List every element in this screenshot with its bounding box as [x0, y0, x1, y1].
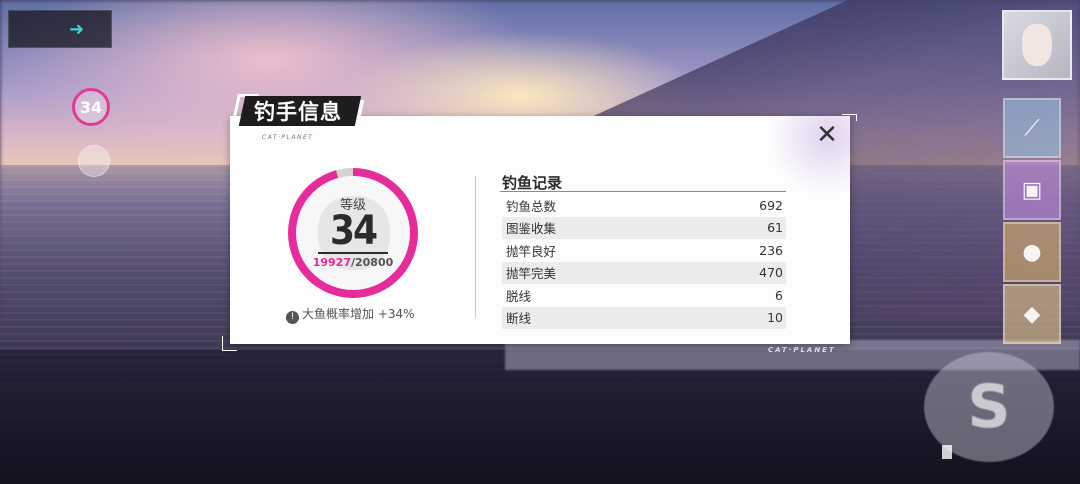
item-slot-2[interactable]: ▣: [1003, 160, 1061, 220]
table-row: 抛竿良好 236: [502, 239, 786, 262]
row-label: 抛竿完美: [506, 266, 557, 282]
records-table: 钓鱼总数 692 图鉴收集 61 抛竿良好 236 抛竿完美 470 脱线 6 断线 10: [502, 194, 786, 329]
pool-backdrop: [0, 350, 1080, 484]
exp-total: /20800: [350, 256, 394, 269]
level-value: 34: [329, 208, 378, 254]
level-divider: [318, 252, 388, 254]
item-slot-4[interactable]: ◆: [1003, 284, 1061, 344]
avatar-face: [1022, 24, 1052, 66]
records-title: 钓鱼记录: [502, 174, 563, 192]
brand-watermark: CAT·PLANET: [768, 346, 836, 354]
table-row: 断线 10: [502, 306, 786, 329]
player-avatar[interactable]: [1002, 10, 1072, 80]
close-button[interactable]: ✕: [812, 120, 842, 150]
corner-decoration: [842, 114, 857, 121]
row-value: 692: [759, 197, 783, 213]
cart-icon: ▣: [1021, 177, 1043, 203]
panel-title-text: 钓手信息: [254, 100, 342, 124]
records-underline: [500, 191, 786, 192]
info-icon: !: [286, 311, 299, 324]
box-icon: ◆: [1023, 301, 1041, 327]
row-value: 10: [767, 310, 783, 326]
table-row: 抛竿完美 470: [502, 261, 786, 284]
bonus-info: ! 大鱼概率增加 +34%: [286, 305, 426, 324]
item-slot-3[interactable]: ●: [1003, 222, 1061, 282]
hud-level-badge[interactable]: 34: [72, 88, 110, 126]
row-value: 6: [775, 287, 783, 303]
food-icon: ●: [1022, 239, 1042, 265]
panel-divider: [475, 176, 476, 318]
row-value: 470: [759, 265, 783, 281]
table-row: 图鉴收集 61: [502, 216, 786, 239]
table-row: 脱线 6: [502, 284, 786, 307]
table-row: 钓鱼总数 692: [502, 194, 786, 217]
arrow-icon: ➜: [69, 19, 85, 40]
row-label: 脱线: [506, 288, 532, 304]
hud-menu-box[interactable]: ➜: [8, 10, 112, 48]
row-label: 抛竿良好: [506, 243, 557, 259]
row-value: 236: [759, 242, 783, 258]
row-value: 61: [767, 220, 783, 236]
bonus-text: 大鱼概率增加 +34%: [302, 307, 415, 321]
bait-icon: [942, 445, 952, 459]
row-label: 钓鱼总数: [506, 198, 557, 214]
row-label: 断线: [506, 311, 532, 327]
corner-decoration: [222, 336, 237, 351]
rod-icon: ⟋: [1024, 115, 1040, 141]
fishing-rod-slot[interactable]: ⟋: [1003, 98, 1061, 158]
close-icon: ✕: [816, 120, 838, 150]
panel-title-brand: CAT·PLANET: [262, 134, 314, 141]
level-progress-ring: 等级 34 19927/20800: [288, 168, 418, 298]
exp-current: 19927: [312, 256, 351, 269]
row-label: 图鉴收集: [506, 221, 557, 237]
level-exp: 19927/20800: [288, 256, 418, 269]
globe-icon[interactable]: [78, 145, 110, 177]
